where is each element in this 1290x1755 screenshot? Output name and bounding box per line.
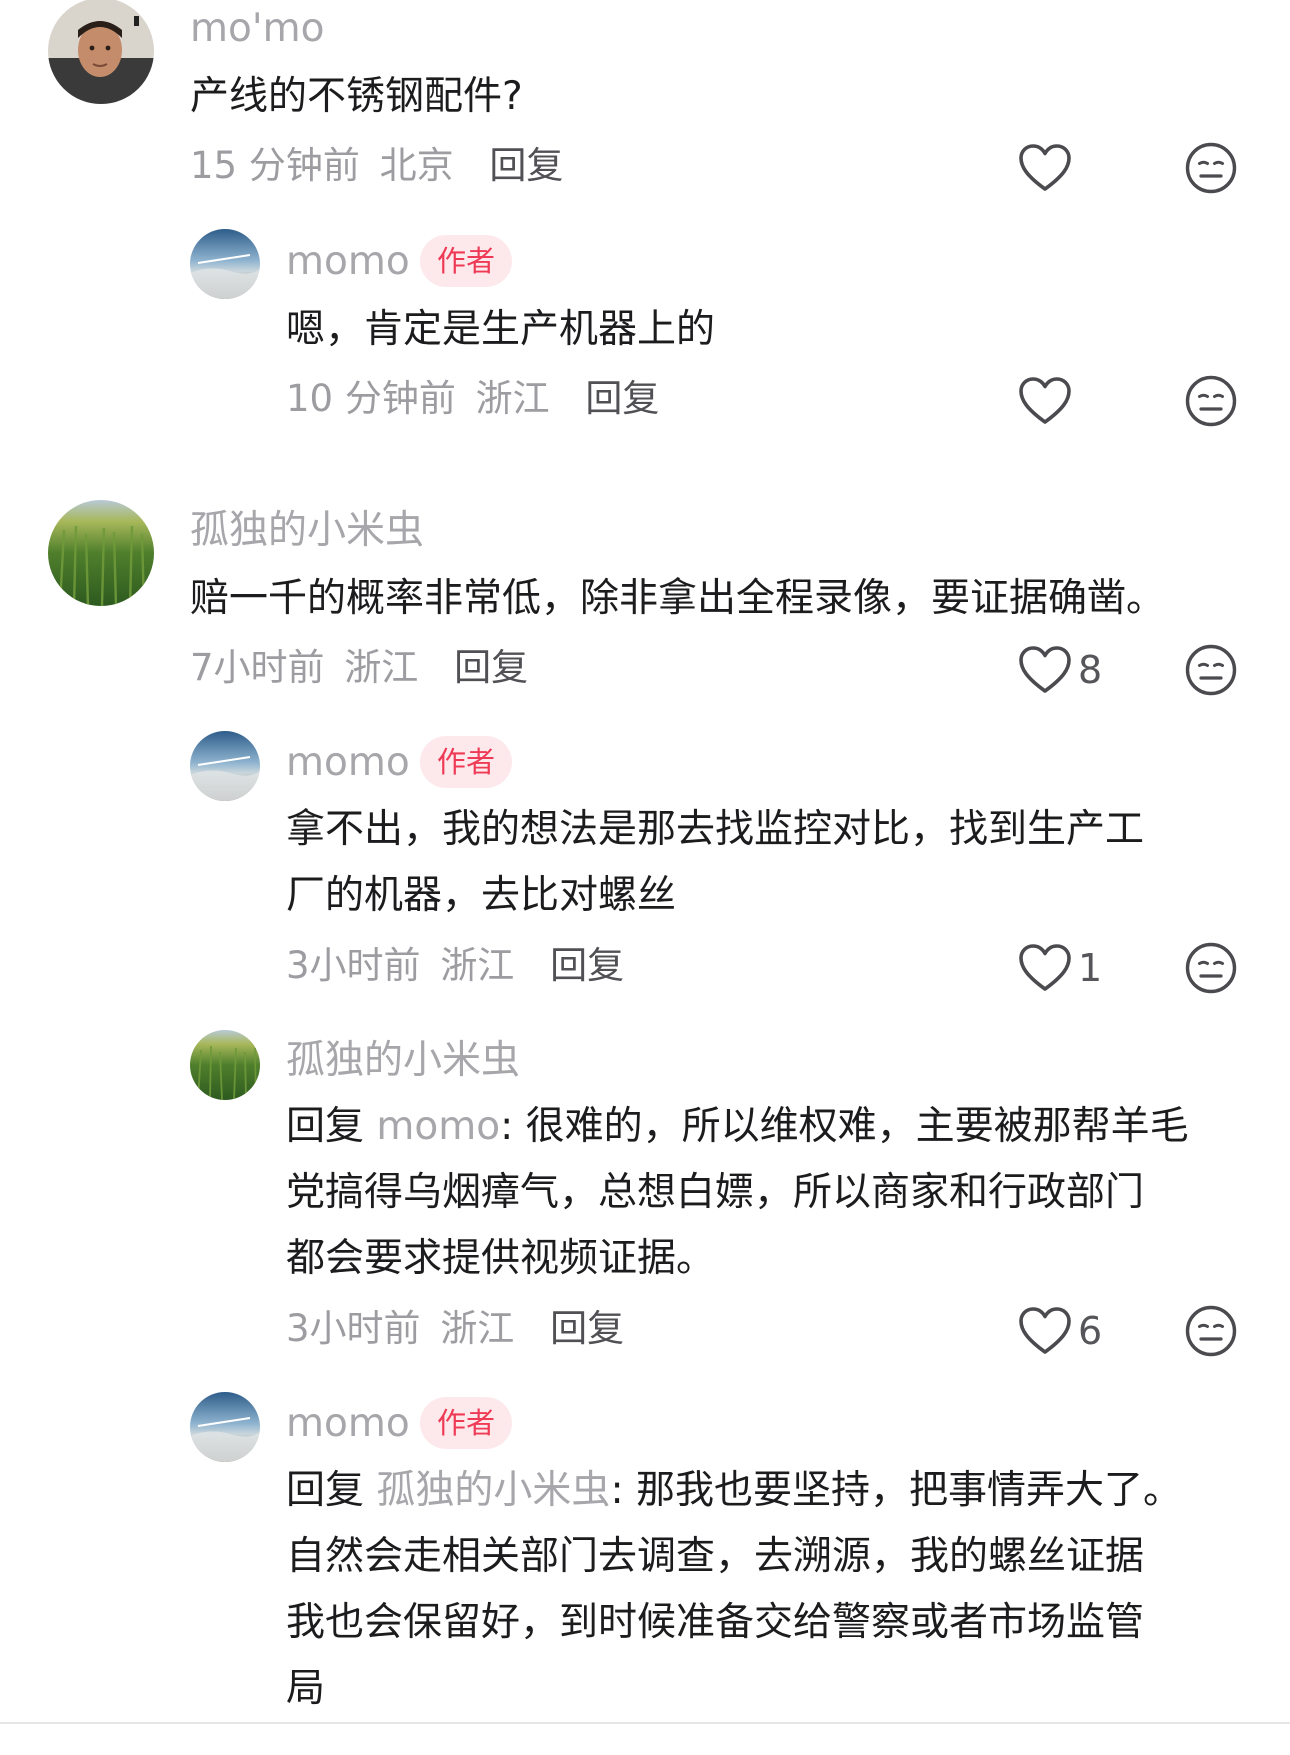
neutral-face-icon <box>1184 1304 1238 1358</box>
comment-username[interactable]: momo <box>286 237 410 287</box>
dislike-button[interactable] <box>1184 141 1238 195</box>
avatar[interactable] <box>190 731 260 801</box>
heart-outline-icon <box>1018 376 1072 426</box>
heart-outline-icon <box>1018 943 1072 993</box>
neutral-face-icon <box>1184 141 1238 195</box>
comment-time: 7小时前 <box>190 646 325 689</box>
comment-text: : 很难的，所以维权难，主要被那帮羊毛 <box>500 1104 1189 1149</box>
like-count: 8 <box>1078 648 1103 692</box>
divider <box>0 1722 1290 1724</box>
dislike-button[interactable] <box>1184 643 1238 697</box>
comment-time: 3小时前 <box>286 944 421 987</box>
avatar[interactable] <box>190 1030 260 1100</box>
comment-meta: 10 分钟前 浙江 回复 <box>286 374 659 424</box>
dislike-button[interactable] <box>1184 1304 1238 1358</box>
like-button[interactable] <box>1018 373 1072 429</box>
comment-time: 15 分钟前 <box>190 144 360 187</box>
avatar[interactable] <box>190 1392 260 1462</box>
reply-button[interactable]: 回复 <box>489 144 563 187</box>
neutral-face-icon <box>1184 941 1238 995</box>
comment-text-line: 自然会走相关部门去调查，去溯源，我的螺丝证据 <box>286 1534 1145 1579</box>
comment-text-line: 都会要求提供视频证据。 <box>286 1236 716 1281</box>
comment-location: 浙江 <box>440 944 515 987</box>
reply-button[interactable]: 回复 <box>550 1307 624 1350</box>
reply-button[interactable]: 回复 <box>454 646 528 689</box>
comment-username[interactable]: mo'mo <box>190 4 324 54</box>
like-button[interactable]: 8 <box>1018 642 1102 698</box>
dislike-button[interactable] <box>1184 374 1238 428</box>
comment-location: 北京 <box>379 144 454 187</box>
comment-location: 浙江 <box>440 1307 515 1350</box>
comment-location: 浙江 <box>475 377 550 420</box>
comment-text: 赔一千的概率非常低，除非拿出全程录像，要证据确凿。 <box>190 576 1166 621</box>
like-count: 6 <box>1078 1309 1103 1353</box>
heart-outline-icon <box>1018 143 1072 193</box>
comment-text-line: 我也会保留好，到时候准备交给警察或者市场监管 <box>286 1600 1145 1645</box>
author-badge: 作者 <box>420 235 513 287</box>
comment-text: 产线的不锈钢配件? <box>190 74 523 119</box>
avatar[interactable] <box>190 229 260 299</box>
reply-prefix: 回复 <box>286 1104 365 1149</box>
dislike-button[interactable] <box>1184 941 1238 995</box>
reply-button[interactable]: 回复 <box>550 944 624 987</box>
like-button[interactable]: 6 <box>1018 1303 1102 1359</box>
comment-meta: 7小时前 浙江 回复 <box>190 643 528 693</box>
comment-username[interactable]: momo <box>286 1399 410 1449</box>
comment-username[interactable]: 孤独的小米虫 <box>190 506 424 556</box>
like-button[interactable] <box>1018 140 1072 196</box>
comment-username[interactable]: momo <box>286 738 410 788</box>
comment-location: 浙江 <box>344 646 419 689</box>
comment-time: 3小时前 <box>286 1307 421 1350</box>
comment-text-line: 回复 孤独的小米虫: 那我也要坚持，把事情弄大了。 <box>286 1458 1182 1524</box>
mention-link[interactable]: momo <box>376 1104 500 1149</box>
mention-link[interactable]: 孤独的小米虫 <box>376 1468 610 1513</box>
author-badge: 作者 <box>420 1397 513 1449</box>
comment-username[interactable]: 孤独的小米虫 <box>286 1036 520 1086</box>
author-badge: 作者 <box>420 736 513 788</box>
neutral-face-icon <box>1184 374 1238 428</box>
heart-outline-icon <box>1018 1306 1072 1356</box>
comment-meta: 3小时前 浙江 回复 <box>286 941 624 991</box>
comment-text-line: 拿不出，我的想法是那去找监控对比，找到生产工 <box>286 807 1145 852</box>
comment-text-line: 局 <box>286 1666 326 1711</box>
neutral-face-icon <box>1184 643 1238 697</box>
comment-time: 10 分钟前 <box>286 377 456 420</box>
comment-text: : 那我也要坚持，把事情弄大了。 <box>610 1468 1182 1513</box>
comment-meta: 3小时前 浙江 回复 <box>286 1304 624 1354</box>
like-button[interactable]: 1 <box>1018 940 1102 996</box>
comment-text: 嗯，肯定是生产机器上的 <box>286 307 716 352</box>
comment-text-line: 厂的机器，去比对螺丝 <box>286 873 677 918</box>
avatar[interactable] <box>48 0 154 104</box>
reply-button[interactable]: 回复 <box>585 377 659 420</box>
reply-prefix: 回复 <box>286 1468 365 1513</box>
comment-meta: 15 分钟前 北京 回复 <box>190 141 563 191</box>
comment-text-line: 党搞得乌烟瘴气，总想白嫖，所以商家和行政部门 <box>286 1170 1145 1215</box>
heart-outline-icon <box>1018 645 1072 695</box>
avatar[interactable] <box>48 500 154 606</box>
like-count: 1 <box>1078 946 1103 990</box>
comment-text-line: 回复 momo: 很难的，所以维权难，主要被那帮羊毛 <box>286 1094 1189 1160</box>
